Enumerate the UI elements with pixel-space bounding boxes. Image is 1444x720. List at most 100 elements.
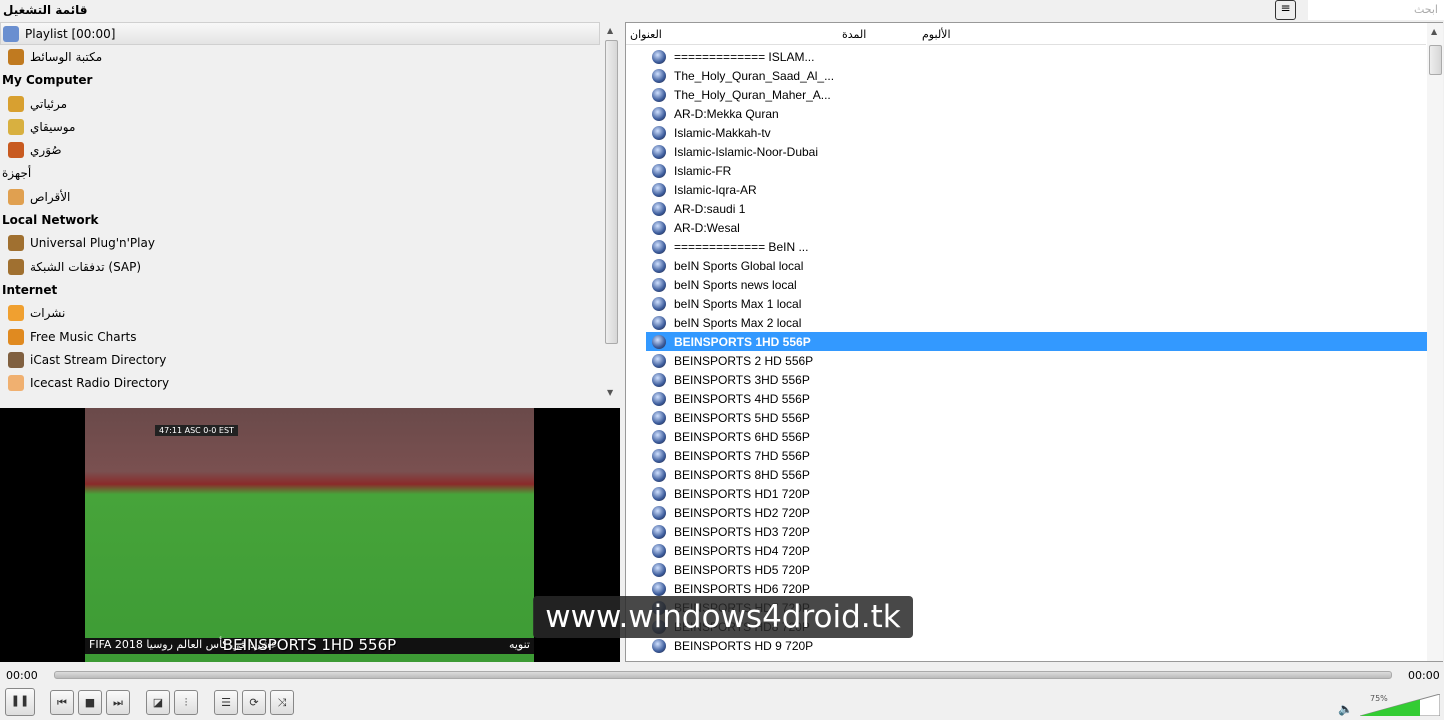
globe-icon bbox=[652, 372, 666, 387]
sidebar-item[interactable]: Icecast Radio Directory bbox=[0, 371, 600, 394]
globe-icon bbox=[652, 543, 666, 558]
playlist-toggle-button[interactable]: ☰ bbox=[214, 690, 238, 715]
globe-icon bbox=[652, 277, 666, 292]
playlist-row[interactable]: BEINSPORTS HD 9 720P bbox=[646, 636, 1427, 655]
pause-button[interactable]: ❚❚ bbox=[5, 688, 35, 716]
playlist-row[interactable]: BEINSPORTS 5HD 556P bbox=[646, 408, 1427, 427]
video-output[interactable]: 47:11 ASC 0-0 EST FIFA 2018 عشرة في كأس … bbox=[0, 408, 620, 662]
playlist-row[interactable]: BEINSPORTS HD3 720P bbox=[646, 522, 1427, 541]
row-title: beIN Sports Max 1 local bbox=[674, 296, 802, 311]
row-title: BEINSPORTS 1HD 556P bbox=[674, 334, 811, 349]
row-title: BEINSPORTS HD5 720P bbox=[674, 562, 810, 577]
row-title: AR-D:Wesal bbox=[674, 220, 740, 235]
globe-icon bbox=[652, 353, 666, 368]
column-duration[interactable]: المدة bbox=[842, 28, 866, 41]
sidebar-item-label: Free Music Charts bbox=[30, 329, 137, 344]
playlist-row[interactable]: BEINSPORTS 7HD 556P bbox=[646, 446, 1427, 465]
score-overlay: 47:11 ASC 0-0 EST bbox=[155, 425, 238, 436]
sidebar-item[interactable]: نشرات bbox=[0, 302, 600, 325]
view-mode-button[interactable]: ≡ bbox=[1275, 0, 1296, 20]
playlist-row[interactable]: ============= ISLAM... bbox=[646, 47, 1427, 66]
scroll-up-icon[interactable]: ▲ bbox=[607, 26, 613, 35]
scroll-up-icon[interactable]: ▲ bbox=[1431, 27, 1437, 36]
globe-icon bbox=[652, 638, 666, 653]
seek-slider[interactable] bbox=[54, 671, 1392, 679]
playlist-scrollbar[interactable]: ▲ bbox=[1427, 23, 1443, 661]
globe-icon bbox=[652, 448, 666, 463]
sidebar-item[interactable]: Playlist [00:00] bbox=[0, 22, 600, 46]
loop-button[interactable]: ⟳ bbox=[242, 690, 266, 715]
playlist-row[interactable]: BEINSPORTS 2 HD 556P bbox=[646, 351, 1427, 370]
volume-slider[interactable] bbox=[1360, 694, 1440, 716]
scrollbar-thumb[interactable] bbox=[605, 40, 618, 344]
globe-icon bbox=[652, 334, 666, 349]
scrollbar-thumb[interactable] bbox=[1429, 45, 1442, 75]
row-title: BEINSPORTS 5HD 556P bbox=[674, 410, 810, 425]
pictures-icon bbox=[8, 142, 24, 159]
playlist-row[interactable]: BEINSPORTS HD5 720P bbox=[646, 560, 1427, 579]
playlist-row[interactable]: AR-D:saudi 1 bbox=[646, 199, 1427, 218]
globe-icon bbox=[652, 581, 666, 596]
row-title: BEINSPORTS HD3 720P bbox=[674, 524, 810, 539]
sidebar-item[interactable]: الأقراص bbox=[0, 185, 600, 208]
playlist-row[interactable]: beIN Sports news local bbox=[646, 275, 1427, 294]
sidebar-item[interactable]: مرئياتي bbox=[0, 92, 600, 115]
row-title: BEINSPORTS 3HD 556P bbox=[674, 372, 810, 387]
disc-icon bbox=[8, 188, 24, 205]
video-subtitle: BEINSPORTS 1HD 556P bbox=[222, 636, 397, 654]
playlist-row[interactable]: BEINSPORTS 6HD 556P bbox=[646, 427, 1427, 446]
stop-button[interactable]: ■ bbox=[78, 690, 102, 715]
sidebar-item-label: مكتبة الوسائط bbox=[30, 49, 103, 64]
globe-icon bbox=[652, 391, 666, 406]
sidebar-section-header: Local Network bbox=[0, 208, 600, 231]
column-album[interactable]: الألبوم bbox=[922, 28, 951, 41]
playlist-row[interactable]: Islamic-Makkah-tv bbox=[646, 123, 1427, 142]
sidebar-scrollbar[interactable]: ▲ ▼ bbox=[603, 24, 619, 402]
sidebar-item[interactable]: تدفقات الشبكة (SAP) bbox=[0, 255, 600, 278]
playlist-row[interactable]: BEINSPORTS 8HD 556P bbox=[646, 465, 1427, 484]
shuffle-button[interactable]: ⤨ bbox=[270, 690, 294, 715]
playlist-row[interactable]: Islamic-FR bbox=[646, 161, 1427, 180]
sidebar-item[interactable]: Free Music Charts bbox=[0, 325, 600, 348]
sidebar-item-label: الأقراص bbox=[30, 189, 71, 204]
globe-icon bbox=[652, 239, 666, 254]
playlist-row[interactable]: ============= BeIN ... bbox=[646, 237, 1427, 256]
column-title[interactable]: العنوان bbox=[630, 28, 662, 41]
fullscreen-button[interactable]: ◪ bbox=[146, 690, 170, 715]
extended-settings-button[interactable]: ⫶ bbox=[174, 690, 198, 715]
playlist-row[interactable]: The_Holy_Quran_Maher_A... bbox=[646, 85, 1427, 104]
playlist-row[interactable]: BEINSPORTS 1HD 556P bbox=[646, 332, 1427, 351]
row-title: BEINSPORTS HD2 720P bbox=[674, 505, 810, 520]
search-input[interactable]: ابحث bbox=[1308, 0, 1444, 20]
row-title: ============= BeIN ... bbox=[674, 239, 809, 254]
previous-button[interactable]: ⏮ bbox=[50, 690, 74, 715]
row-title: Islamic-Iqra-AR bbox=[674, 182, 757, 197]
playlist-row[interactable]: The_Holy_Quran_Saad_Al_... bbox=[646, 66, 1427, 85]
playlist-row[interactable]: AR-D:Wesal bbox=[646, 218, 1427, 237]
sidebar-item[interactable]: صُوَري bbox=[0, 138, 600, 161]
globe-icon bbox=[652, 182, 666, 197]
playlist-row[interactable]: BEINSPORTS HD1 720P bbox=[646, 484, 1427, 503]
column-headers: العنوان المدة الألبوم bbox=[626, 23, 1426, 45]
speaker-icon[interactable]: 🔈 bbox=[1338, 702, 1353, 716]
scroll-down-icon[interactable]: ▼ bbox=[607, 388, 613, 397]
playlist-row[interactable]: beIN Sports Global local bbox=[646, 256, 1427, 275]
next-button[interactable]: ⏭ bbox=[106, 690, 130, 715]
playlist-row[interactable]: BEINSPORTS HD4 720P bbox=[646, 541, 1427, 560]
row-title: beIN Sports Max 2 local bbox=[674, 315, 802, 330]
sidebar-item-label: صُوَري bbox=[30, 143, 62, 158]
controls-bar: 00:00 00:00 ❚❚ ⏮ ■ ⏭ ◪ ⫶ ☰ ⟳ ⤨ 🔈 75% bbox=[0, 662, 1444, 720]
sidebar-item[interactable]: مكتبة الوسائط bbox=[0, 45, 600, 68]
playlist-row[interactable]: BEINSPORTS 3HD 556P bbox=[646, 370, 1427, 389]
playlist-row[interactable]: BEINSPORTS 4HD 556P bbox=[646, 389, 1427, 408]
playlist-row[interactable]: AR-D:Mekka Quran bbox=[646, 104, 1427, 123]
sidebar-item[interactable]: Universal Plug'n'Play bbox=[0, 232, 600, 255]
playlist-row[interactable]: beIN Sports Max 2 local bbox=[646, 313, 1427, 332]
playlist-row[interactable]: Islamic-Islamic-Noor-Dubai bbox=[646, 142, 1427, 161]
sidebar-item[interactable]: iCast Stream Directory bbox=[0, 348, 600, 371]
playlist-row[interactable]: Islamic-Iqra-AR bbox=[646, 180, 1427, 199]
network-icon bbox=[8, 258, 24, 275]
playlist-row[interactable]: beIN Sports Max 1 local bbox=[646, 294, 1427, 313]
sidebar-item[interactable]: موسيقاي bbox=[0, 115, 600, 138]
playlist-row[interactable]: BEINSPORTS HD2 720P bbox=[646, 503, 1427, 522]
